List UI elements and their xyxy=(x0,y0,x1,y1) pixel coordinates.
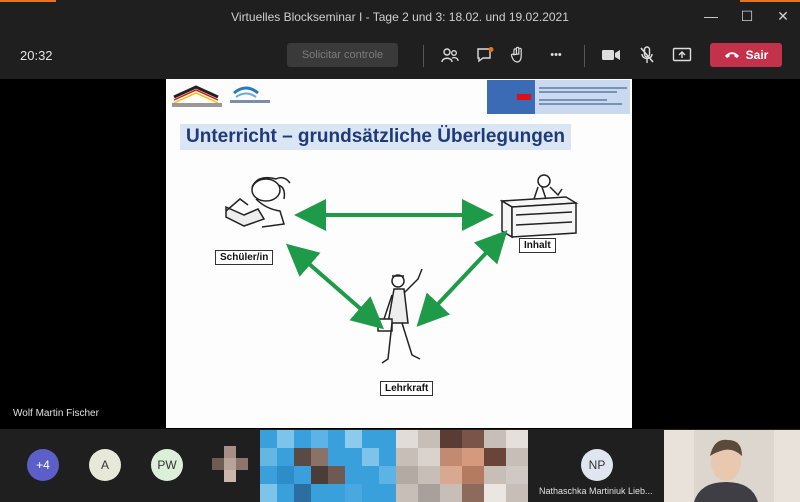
participant-avatar-np[interactable]: NP xyxy=(581,449,613,481)
arrow-content-teacher xyxy=(416,230,508,327)
content-box-illustration xyxy=(499,174,579,239)
participants-icon[interactable] xyxy=(439,44,461,66)
share-screen-icon[interactable] xyxy=(671,44,693,66)
presenter-name: Wolf Martin Fischer xyxy=(13,408,99,419)
hang-up-icon xyxy=(724,52,739,58)
seminar-banner xyxy=(487,80,630,114)
participant-name-np: Nathaschka Martiniuk Lieb... xyxy=(539,486,653,496)
student-illustration xyxy=(225,176,291,228)
participant-avatar-pw[interactable]: PW xyxy=(151,449,183,481)
leave-button[interactable]: Sair xyxy=(710,43,782,67)
participant-avatar-a[interactable]: A xyxy=(89,449,121,481)
close-button[interactable]: ✕ xyxy=(776,6,790,26)
toolbar-divider xyxy=(423,45,424,67)
participant-video-blurred[interactable] xyxy=(212,446,248,482)
label-teacher: Lehrkraft xyxy=(380,381,434,396)
arrow-student-teacher xyxy=(285,243,385,330)
teacher-illustration xyxy=(377,268,423,364)
window-controls: — ☐ ✕ xyxy=(704,6,790,26)
raise-hand-icon[interactable] xyxy=(507,44,529,66)
overflow-participants-avatar[interactable]: +4 xyxy=(27,449,59,481)
minimize-button[interactable]: — xyxy=(704,6,718,26)
microphone-muted-icon[interactable] xyxy=(636,44,658,66)
partner-logo xyxy=(230,86,270,103)
self-video-tile[interactable] xyxy=(664,430,800,502)
meeting-timer: 20:32 xyxy=(20,48,53,63)
participant-video-pixelated[interactable] xyxy=(260,430,396,502)
title-bar: Virtuelles Blockseminar I - Tage 2 und 3… xyxy=(0,0,800,34)
window-title: Virtuelles Blockseminar I - Tage 2 und 3… xyxy=(231,10,569,24)
request-control-button[interactable]: Solicitar controle xyxy=(287,43,398,67)
label-student: Schüler/in xyxy=(215,250,274,265)
banner-graphic xyxy=(487,80,627,114)
more-options-icon[interactable]: ••• xyxy=(545,44,567,66)
maximize-button[interactable]: ☐ xyxy=(740,6,754,26)
label-content: Inhalt xyxy=(519,238,556,253)
leave-label: Sair xyxy=(745,48,769,62)
teams-meeting-window: Virtuelles Blockseminar I - Tage 2 und 3… xyxy=(0,0,800,502)
slide-heading: Unterricht – grundsätzliche Überlegungen xyxy=(180,124,571,150)
toolbar-divider xyxy=(584,45,585,67)
participant-video-pixelated[interactable] xyxy=(396,430,528,502)
university-logo xyxy=(172,85,222,107)
camera-icon[interactable] xyxy=(600,44,622,66)
chat-icon[interactable] xyxy=(474,44,496,66)
